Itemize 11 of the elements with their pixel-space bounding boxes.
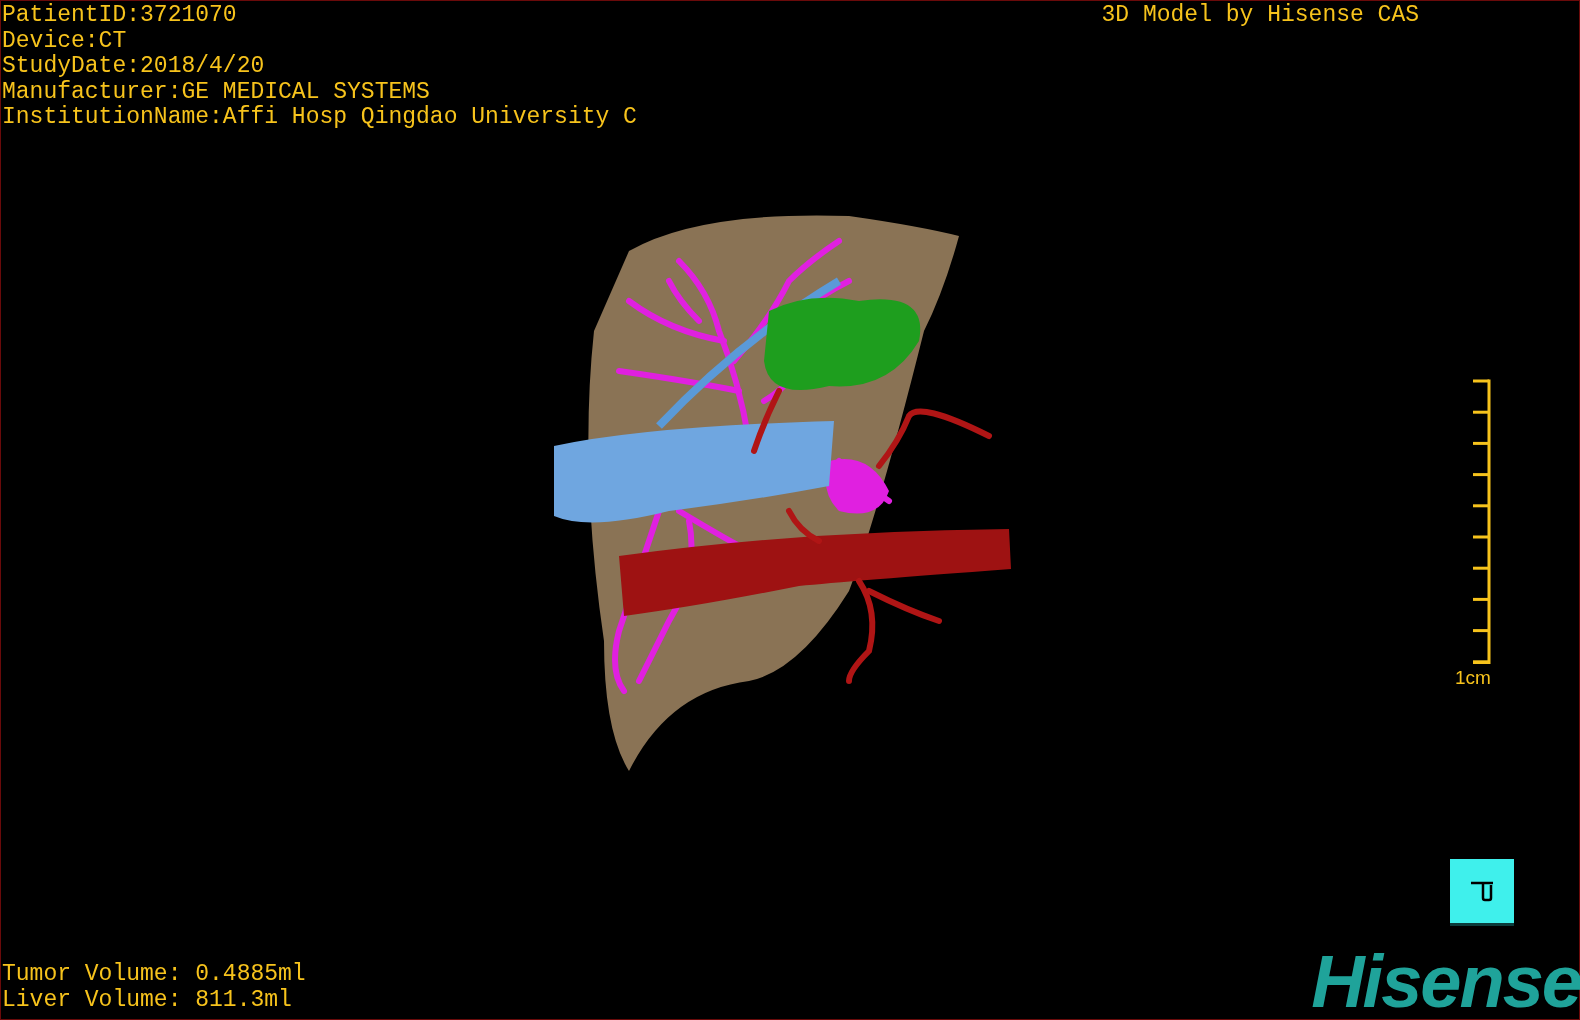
volume-text: Tumor Volume: 0.4885ml [2,962,306,988]
volume-text: Liver Volume: 811.3ml [2,987,293,1013]
orientation-cube-button[interactable] [1450,859,1514,923]
info-text: InstitutionName:Affi Hosp Qingdao University C [2,105,637,131]
scale-label: 1cm [1455,666,1491,689]
info-text: Manufacturer:GE MEDICAL SYSTEMS [2,79,431,105]
info-text: StudyDate:2018/4/20 [2,54,266,80]
info-text: PatientID:3721070 [2,3,238,29]
orientation-glyph-icon [1469,880,1495,902]
viewer-title: 3D Model by Hisense CAS [1101,3,1419,29]
info-text: Device:CT [2,28,128,54]
